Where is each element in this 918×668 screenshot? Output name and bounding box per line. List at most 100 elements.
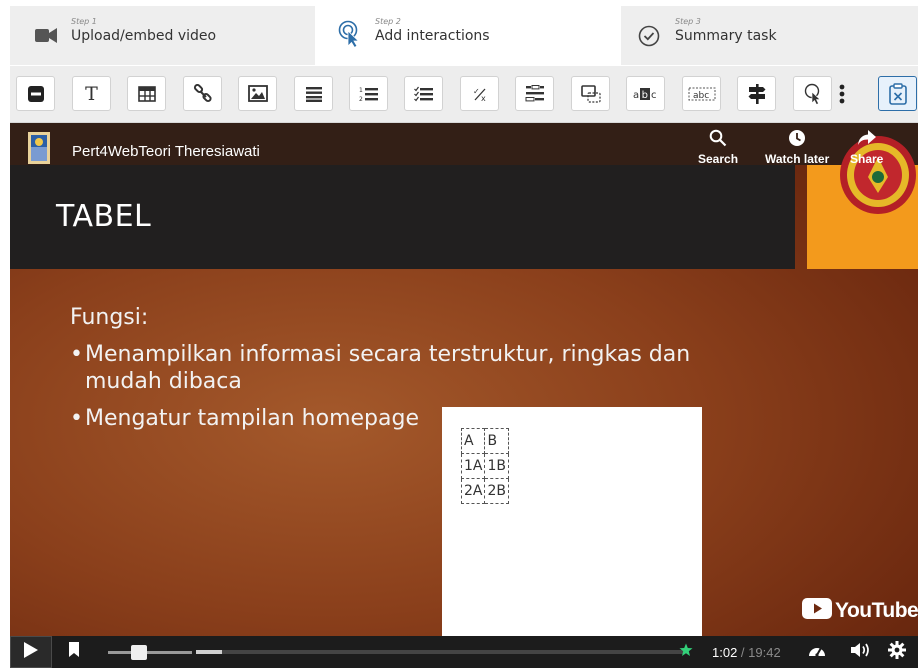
svg-text:x: x — [481, 94, 486, 102]
interaction-table[interactable]: A B 1A 1B 2A 2B — [460, 428, 509, 504]
mark-words-button[interactable]: abc — [626, 76, 665, 111]
chapter-track[interactable] — [108, 651, 192, 654]
channel-logo-icon[interactable] — [28, 132, 50, 164]
bookmark-icon — [68, 641, 80, 663]
share-action[interactable]: Share — [850, 129, 883, 166]
drag-drop-icon — [580, 84, 601, 103]
bullet-line: Mengatur tampilan homepage — [85, 406, 419, 431]
interactive-video-editor: Step 1 Upload/embed video Step 2 Add int… — [0, 0, 918, 668]
step-number: Step 1 — [71, 17, 97, 26]
duration: 19:42 — [748, 645, 781, 660]
link-icon — [193, 83, 213, 104]
play-button[interactable] — [10, 636, 52, 668]
table-cell[interactable]: A — [460, 428, 486, 454]
checklist-icon — [413, 86, 434, 102]
table-icon — [137, 85, 156, 102]
svg-text:abc: abc — [693, 91, 709, 101]
search-label: Search — [698, 152, 739, 166]
watch-later-label: Watch later — [765, 152, 830, 166]
statements-button[interactable] — [294, 76, 333, 111]
submit-screen-button[interactable] — [878, 76, 917, 111]
svg-text:1: 1 — [359, 87, 363, 94]
svg-text:2: 2 — [359, 96, 363, 102]
playback-speed-button[interactable] — [807, 643, 827, 661]
drag-text-button[interactable]: abc — [682, 76, 721, 111]
drag-drop-button[interactable] — [571, 76, 610, 111]
hotspot-icon — [803, 83, 823, 105]
channel-title[interactable]: Pert4WebTeori Theresiawati — [72, 143, 260, 160]
speedometer-icon — [807, 642, 827, 663]
video-camera-icon — [35, 28, 57, 43]
current-time: 1:02 — [712, 645, 738, 660]
submit-screen-icon — [888, 82, 908, 105]
crossroads-button[interactable] — [737, 76, 776, 111]
youtube-wordmark: YouTube — [835, 599, 918, 622]
true-false-button[interactable]: ✓ x — [460, 76, 499, 111]
star-icon — [679, 643, 693, 662]
bullet-dot: • — [70, 406, 83, 431]
volume-button[interactable] — [850, 642, 872, 661]
svg-text:✓: ✓ — [473, 87, 480, 96]
step-navigation: Step 1 Upload/embed video Step 2 Add int… — [10, 6, 918, 65]
slide-bullet: • Menampilkan informasi secara terstrukt… — [70, 341, 691, 395]
fill-blanks-icon — [525, 85, 545, 102]
interaction-toolbar: T 12 ✓ x abc abc — [10, 66, 918, 123]
label-button[interactable] — [16, 76, 55, 111]
svg-text:c: c — [651, 90, 657, 101]
image-icon — [247, 85, 268, 102]
slide-title: TABEL — [56, 199, 152, 234]
step-summary-task[interactable]: Step 3 Summary task — [621, 6, 918, 65]
table-cell[interactable]: 1A — [460, 453, 486, 479]
progress-marker[interactable] — [678, 643, 694, 662]
mark-words-icon: abc — [633, 87, 659, 101]
video-controls: 1:02 / 19:42 — [10, 636, 918, 668]
step-number: Step 2 — [375, 17, 401, 26]
link-button[interactable] — [183, 76, 222, 111]
list-icon — [305, 86, 323, 102]
step-upload-video[interactable]: Step 1 Upload/embed video — [10, 6, 315, 65]
step-label: Upload/embed video — [71, 28, 217, 44]
bullet-dot: • — [70, 342, 83, 367]
multiple-choice-button[interactable] — [404, 76, 443, 111]
table-button[interactable] — [127, 76, 166, 111]
bookmark-button[interactable] — [64, 641, 84, 663]
kebab-icon — [839, 84, 845, 104]
drag-text-icon: abc — [688, 86, 716, 102]
chapter-handle[interactable] — [131, 645, 147, 660]
table-cell[interactable]: 1B — [484, 453, 509, 479]
play-icon — [23, 641, 39, 664]
youtube-play-icon — [802, 598, 832, 624]
slide-heading: Fungsi: — [70, 305, 149, 330]
navigation-hotspot-button[interactable] — [793, 76, 832, 111]
bullet-line: mudah dibaca — [85, 369, 242, 394]
table-interaction[interactable]: A B 1A 1B 2A 2B — [442, 407, 702, 640]
watch-later-action[interactable]: Watch later — [765, 129, 829, 166]
pointer-icon — [337, 20, 361, 48]
more-button[interactable] — [828, 76, 856, 111]
step-number: Step 3 — [675, 17, 701, 26]
bullet-line: Menampilkan informasi secara terstruktur… — [85, 342, 691, 367]
image-button[interactable] — [238, 76, 277, 111]
progress-bar[interactable] — [196, 650, 684, 654]
step-label: Add interactions — [375, 28, 490, 44]
table-row: 1A 1B — [460, 453, 509, 479]
svg-text:b: b — [641, 90, 647, 101]
svg-text:a: a — [633, 90, 639, 101]
label-icon — [27, 85, 45, 103]
table-cell[interactable]: 2B — [484, 478, 509, 504]
check-circle-icon — [638, 25, 660, 47]
text-button[interactable]: T — [72, 76, 111, 111]
ordered-list-icon: 12 — [359, 86, 379, 102]
search-icon — [709, 129, 727, 150]
youtube-logo[interactable]: YouTube — [802, 598, 918, 624]
true-false-icon: ✓ x — [471, 86, 489, 102]
video-player[interactable]: TABEL Pert4WebTeori Theresiawati Search … — [10, 123, 918, 668]
fill-blanks-button[interactable] — [515, 76, 554, 111]
table-cell[interactable]: B — [484, 428, 509, 454]
step-add-interactions[interactable]: Step 2 Add interactions — [315, 6, 621, 65]
table-cell[interactable]: 2A — [460, 478, 486, 504]
search-action[interactable]: Search — [698, 129, 738, 166]
settings-button[interactable] — [887, 640, 907, 662]
share-label: Share — [850, 152, 884, 166]
single-choice-button[interactable]: 12 — [349, 76, 388, 111]
